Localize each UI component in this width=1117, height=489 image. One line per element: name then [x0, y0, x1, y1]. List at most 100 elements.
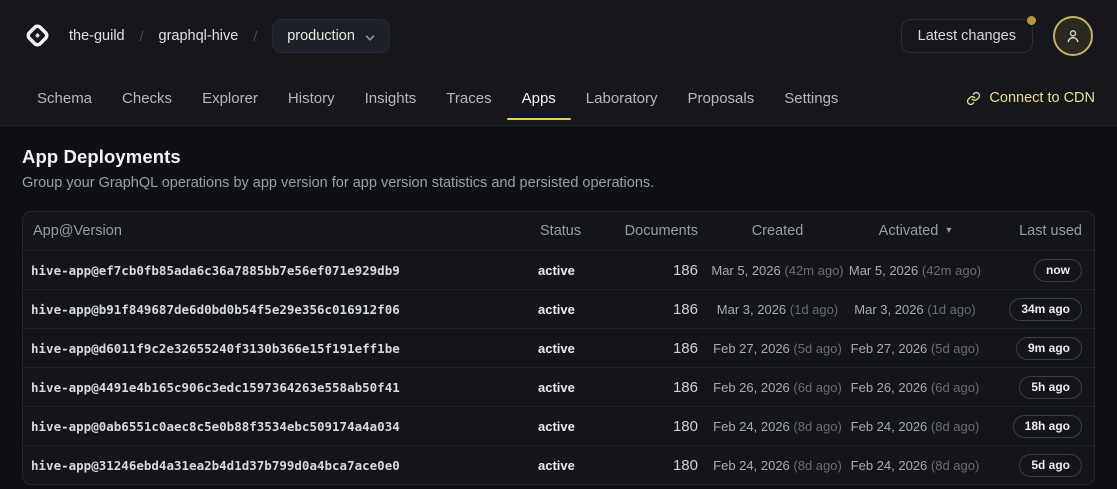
tab-explorer[interactable]: Explorer	[187, 71, 273, 125]
cell-documents: 180	[618, 457, 710, 474]
column-header-last-used: Last used	[985, 223, 1086, 239]
cell-app-version: hive-app@b91f849687de6d0bd0b54f5e29e356c…	[31, 302, 538, 317]
last-used-badge: 5d ago	[1019, 454, 1082, 477]
cell-created-relative: (8d ago)	[793, 458, 841, 473]
table-header-row: App@Version Status Documents Created Act…	[23, 212, 1094, 250]
cell-created-relative: (1d ago)	[790, 302, 838, 317]
cell-activated-relative: (5d ago)	[931, 341, 979, 356]
cell-activated-date: Feb 24, 2026	[851, 458, 931, 473]
breadcrumb: the-guild / graphql-hive / production	[69, 19, 390, 53]
cell-activated: Feb 24, 2026 (8d ago)	[845, 458, 985, 473]
latest-changes-button[interactable]: Latest changes	[901, 19, 1033, 53]
cell-activated-relative: (42m ago)	[922, 263, 981, 278]
cell-last-used: 5d ago	[985, 454, 1086, 477]
link-icon	[966, 91, 981, 106]
cell-activated-date: Mar 3, 2026	[854, 302, 927, 317]
table-row[interactable]: hive-app@d6011f9c2e32655240f3130b366e15f…	[23, 328, 1094, 367]
column-header-status: Status	[538, 223, 618, 239]
target-selector-value: production	[287, 28, 355, 44]
user-avatar[interactable]	[1053, 16, 1093, 56]
tab-traces[interactable]: Traces	[431, 71, 506, 125]
breadcrumb-separator: /	[253, 28, 257, 44]
latest-changes-label: Latest changes	[918, 28, 1016, 44]
notification-dot	[1027, 16, 1036, 25]
table-row[interactable]: hive-app@0ab6551c0aec8c5e0b88f3534ebc509…	[23, 406, 1094, 445]
cell-activated-relative: (8d ago)	[931, 419, 979, 434]
cell-created-date: Feb 27, 2026	[713, 341, 793, 356]
table-row[interactable]: hive-app@b91f849687de6d0bd0b54f5e29e356c…	[23, 289, 1094, 328]
breadcrumb-org-link[interactable]: the-guild	[69, 28, 125, 44]
column-header-activated-label: Activated	[879, 223, 939, 239]
tab-settings[interactable]: Settings	[769, 71, 853, 125]
table-row[interactable]: hive-app@4491e4b165c906c3edc1597364263e5…	[23, 367, 1094, 406]
cell-activated-relative: (8d ago)	[931, 458, 979, 473]
cell-last-used: 18h ago	[985, 415, 1086, 438]
main-content: App Deployments Group your GraphQL opera…	[0, 126, 1117, 485]
cell-created-relative: (42m ago)	[784, 263, 843, 278]
cell-created: Feb 27, 2026 (5d ago)	[710, 341, 845, 356]
cell-created-date: Feb 24, 2026	[713, 419, 793, 434]
cell-status: active	[538, 458, 618, 473]
cell-activated: Feb 27, 2026 (5d ago)	[845, 341, 985, 356]
table-row[interactable]: hive-app@31246ebd4a31ea2b4d1d37b799d0a4b…	[23, 445, 1094, 484]
column-header-activated-sort[interactable]: Activated ▾	[845, 223, 985, 239]
header-top-bar: the-guild / graphql-hive / production La…	[0, 0, 1117, 71]
tab-schema[interactable]: Schema	[22, 71, 107, 125]
cell-documents: 186	[618, 379, 710, 396]
tab-laboratory[interactable]: Laboratory	[571, 71, 673, 125]
sort-descending-icon: ▾	[946, 226, 951, 236]
column-header-app-version: App@Version	[31, 223, 538, 239]
chevron-down-icon	[365, 31, 375, 41]
cell-documents: 180	[618, 418, 710, 435]
table-row[interactable]: hive-app@ef7cb0fb85ada6c36a7885bb7e56ef0…	[23, 250, 1094, 289]
page-subtitle: Group your GraphQL operations by app ver…	[22, 175, 1095, 191]
cell-app-version: hive-app@31246ebd4a31ea2b4d1d37b799d0a4b…	[31, 458, 538, 473]
cell-activated-date: Feb 24, 2026	[851, 419, 931, 434]
app-deployments-table: App@Version Status Documents Created Act…	[22, 211, 1095, 485]
cell-status: active	[538, 263, 618, 278]
cell-last-used: 34m ago	[985, 298, 1086, 321]
site-header: the-guild / graphql-hive / production La…	[0, 0, 1117, 126]
cell-activated-date: Feb 26, 2026	[851, 380, 931, 395]
cell-app-version: hive-app@ef7cb0fb85ada6c36a7885bb7e56ef0…	[31, 263, 538, 278]
cell-status: active	[538, 419, 618, 434]
last-used-badge: 9m ago	[1016, 337, 1082, 360]
last-used-badge: now	[1034, 259, 1082, 282]
cell-documents: 186	[618, 301, 710, 318]
cell-activated: Mar 3, 2026 (1d ago)	[845, 302, 985, 317]
cell-activated: Feb 26, 2026 (6d ago)	[845, 380, 985, 395]
cell-created: Mar 5, 2026 (42m ago)	[710, 263, 845, 278]
cell-activated: Mar 5, 2026 (42m ago)	[845, 263, 985, 278]
cell-activated-date: Feb 27, 2026	[851, 341, 931, 356]
tab-apps[interactable]: Apps	[507, 71, 571, 125]
tab-history[interactable]: History	[273, 71, 350, 125]
cell-app-version: hive-app@0ab6551c0aec8c5e0b88f3534ebc509…	[31, 419, 538, 434]
cell-created-date: Mar 5, 2026	[711, 263, 784, 278]
cell-created-date: Feb 24, 2026	[713, 458, 793, 473]
tab-checks[interactable]: Checks	[107, 71, 187, 125]
cell-status: active	[538, 380, 618, 395]
breadcrumb-project-link[interactable]: graphql-hive	[159, 28, 239, 44]
cell-created-relative: (8d ago)	[793, 419, 841, 434]
connect-to-cdn-button[interactable]: Connect to CDN	[966, 71, 1095, 125]
header-actions: Latest changes	[901, 16, 1093, 56]
hive-logo-icon[interactable]	[24, 22, 51, 49]
nav-row: SchemaChecksExplorerHistoryInsightsTrace…	[0, 71, 1117, 125]
cell-activated-relative: (6d ago)	[931, 380, 979, 395]
cell-created: Feb 24, 2026 (8d ago)	[710, 458, 845, 473]
cell-created-relative: (6d ago)	[793, 380, 841, 395]
last-used-badge: 34m ago	[1009, 298, 1082, 321]
cell-last-used: 5h ago	[985, 376, 1086, 399]
cell-created: Feb 26, 2026 (6d ago)	[710, 380, 845, 395]
cell-activated-relative: (1d ago)	[927, 302, 975, 317]
tab-insights[interactable]: Insights	[350, 71, 432, 125]
cell-last-used: now	[985, 259, 1086, 282]
tab-proposals[interactable]: Proposals	[673, 71, 770, 125]
cell-status: active	[538, 302, 618, 317]
cell-created: Mar 3, 2026 (1d ago)	[710, 302, 845, 317]
column-header-created: Created	[710, 223, 845, 239]
cell-activated-date: Mar 5, 2026	[849, 263, 922, 278]
cell-created-relative: (5d ago)	[793, 341, 841, 356]
page-title: App Deployments	[22, 146, 1095, 168]
target-selector-dropdown[interactable]: production	[272, 19, 390, 53]
